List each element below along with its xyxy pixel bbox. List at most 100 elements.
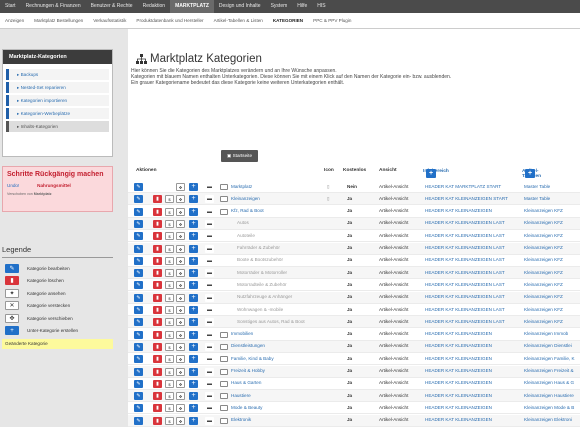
edit-button[interactable]: ✎ [134,379,143,388]
hide-toggle-icon[interactable]: ▬ [205,281,214,290]
hide-toggle-icon[interactable]: ▬ [205,379,214,388]
delete-button[interactable]: ▮ [153,342,162,351]
infobereich-cell[interactable]: HEADER KAT KLEINANZEIGEN [425,208,492,213]
view-button[interactable]: $ [165,269,174,278]
category-name[interactable]: Haustiere [231,393,251,398]
subnav-item[interactable]: Verkaufsstatistik [88,13,131,28]
tables-cell[interactable]: Kleinanzeigen Familie, K [524,356,580,361]
delete-button[interactable]: ▮ [153,207,162,216]
delete-button[interactable]: ▮ [153,232,162,241]
view-button[interactable]: $ [165,342,174,351]
infobereich-cell[interactable]: HEADER KAT KLEINANZEIGEN LAST [425,282,505,287]
hide-toggle-icon[interactable]: ▬ [205,244,214,253]
move-button[interactable]: ✥ [176,244,185,253]
hide-toggle-icon[interactable]: ▬ [205,256,214,265]
edit-button[interactable]: ✎ [134,330,143,339]
move-button[interactable]: ✥ [176,379,185,388]
infobereich-cell[interactable]: HEADER KAT KLEINANZEIGEN [425,356,492,361]
delete-button[interactable]: ▮ [153,416,162,425]
sidebar-item[interactable]: ▸ Kategorien importieren [6,95,109,106]
add-subcategory-button[interactable]: + [189,379,198,388]
infobereich-cell[interactable]: HEADER KAT KLEINANZEIGEN [425,331,492,336]
move-button[interactable]: ✥ [176,207,185,216]
start-page-button[interactable]: ▣ Startseite [221,150,258,162]
sidebar-item[interactable]: ▸ Inhalts-Kategorien [6,121,109,132]
tables-cell[interactable]: Kleinanzeigen Haustiere [524,393,580,398]
infobereich-cell[interactable]: HEADER KAT KLEINANZEIGEN LAST [425,245,505,250]
add-subcategory-button[interactable]: + [189,232,198,241]
topnav-item[interactable]: Rechnungen & Finanzen [21,0,86,13]
tables-cell[interactable]: Kleinanzeigen Mode & B [524,405,580,410]
add-subcategory-button[interactable]: + [189,355,198,364]
move-button[interactable]: ✥ [176,355,185,364]
delete-button[interactable]: ▮ [153,392,162,401]
topnav-item[interactable]: Benutzer & Rechte [86,0,138,13]
delete-button[interactable]: ▮ [153,195,162,204]
tables-cell[interactable]: Kleinanzeigen KFZ [524,319,580,324]
category-name[interactable]: Haus & Garten [231,380,261,385]
infobereich-cell[interactable]: HEADER KAT KLEINANZEIGEN [425,343,492,348]
edit-button[interactable]: ✎ [134,244,143,253]
move-button[interactable]: ✥ [176,256,185,265]
infobereich-cell[interactable]: HEADER KAT KLEINANZEIGEN LAST [425,270,505,275]
view-button[interactable]: $ [165,219,174,228]
view-button[interactable]: $ [165,232,174,241]
category-name[interactable]: Kfz, Rad & Boot [231,208,264,213]
infobereich-cell[interactable]: HEADER KAT MARKTPLATZ START [425,184,501,189]
view-button[interactable]: $ [165,195,174,204]
sidebar-item[interactable]: ▸ Backups [6,69,109,80]
move-button[interactable]: ✥ [176,232,185,241]
edit-button[interactable]: ✎ [134,281,143,290]
tables-cell[interactable]: Master Table [524,184,580,189]
tables-cell[interactable]: Kleinanzeigen Dienstlei [524,343,580,348]
add-subcategory-button[interactable]: + [189,207,198,216]
hide-toggle-icon[interactable]: ▬ [205,330,214,339]
view-button[interactable]: $ [165,379,174,388]
move-button[interactable]: ✥ [176,293,185,302]
hide-toggle-icon[interactable]: ▬ [205,342,214,351]
delete-button[interactable]: ▮ [153,367,162,376]
add-table-button[interactable]: + [525,169,535,178]
tables-cell[interactable]: Kleinanzeigen KFZ [524,294,580,299]
move-button[interactable]: ✥ [176,330,185,339]
delete-button[interactable]: ▮ [153,330,162,339]
subnav-item[interactable]: Marktplatz Bestellungen [29,13,88,28]
move-button[interactable]: ✥ [176,195,185,204]
edit-button[interactable]: ✎ [134,404,143,413]
hide-toggle-icon[interactable]: ▬ [205,306,214,314]
add-infobereich-button[interactable]: + [426,169,436,178]
category-name[interactable]: Marktplatz [231,184,252,189]
tables-cell[interactable]: Kleinanzeigen Elektroni [524,417,580,422]
add-subcategory-button[interactable]: + [189,244,198,253]
subnav-item[interactable]: Anzeigen [0,13,29,28]
tables-cell[interactable]: Kleinanzeigen Freizeit & [524,368,580,373]
infobereich-cell[interactable]: HEADER KAT KLEINANZEIGEN START [425,196,508,201]
hide-toggle-icon[interactable]: ▬ [205,195,214,204]
delete-button[interactable]: ▮ [153,355,162,364]
hide-toggle-icon[interactable]: ▬ [205,367,214,376]
subnav-item[interactable]: KATEGORIEN [268,13,308,28]
category-name[interactable]: Kleinanzeigen [231,196,260,201]
topnav-item[interactable]: Redaktion [138,0,171,13]
view-button[interactable]: $ [165,244,174,253]
add-subcategory-button[interactable]: + [189,281,198,290]
sidebar-item[interactable]: ▸ Nested-Set reparieren [6,82,109,93]
hide-toggle-icon[interactable]: ▬ [205,183,214,191]
topnav-item[interactable]: MARKTPLATZ [170,0,214,13]
view-button[interactable]: $ [165,318,174,327]
add-subcategory-button[interactable]: + [189,416,198,425]
tables-cell[interactable]: Kleinanzeigen KFZ [524,220,580,225]
move-button[interactable]: ✥ [176,367,185,376]
add-subcategory-button[interactable]: + [189,219,198,228]
edit-button[interactable]: ✎ [134,183,143,191]
edit-button[interactable]: ✎ [134,293,143,302]
undo-link[interactable]: Undo! [7,183,19,188]
move-button[interactable]: ✥ [176,404,185,413]
topnav-item[interactable]: Design und Inhalte [214,0,266,13]
view-button[interactable]: $ [165,355,174,364]
topnav-item[interactable]: Hilfe [292,0,312,13]
move-button[interactable]: ✥ [176,306,185,314]
delete-button[interactable]: ▮ [153,256,162,265]
hide-toggle-icon[interactable]: ▬ [205,318,214,327]
infobereich-cell[interactable]: HEADER KAT KLEINANZEIGEN LAST [425,294,505,299]
